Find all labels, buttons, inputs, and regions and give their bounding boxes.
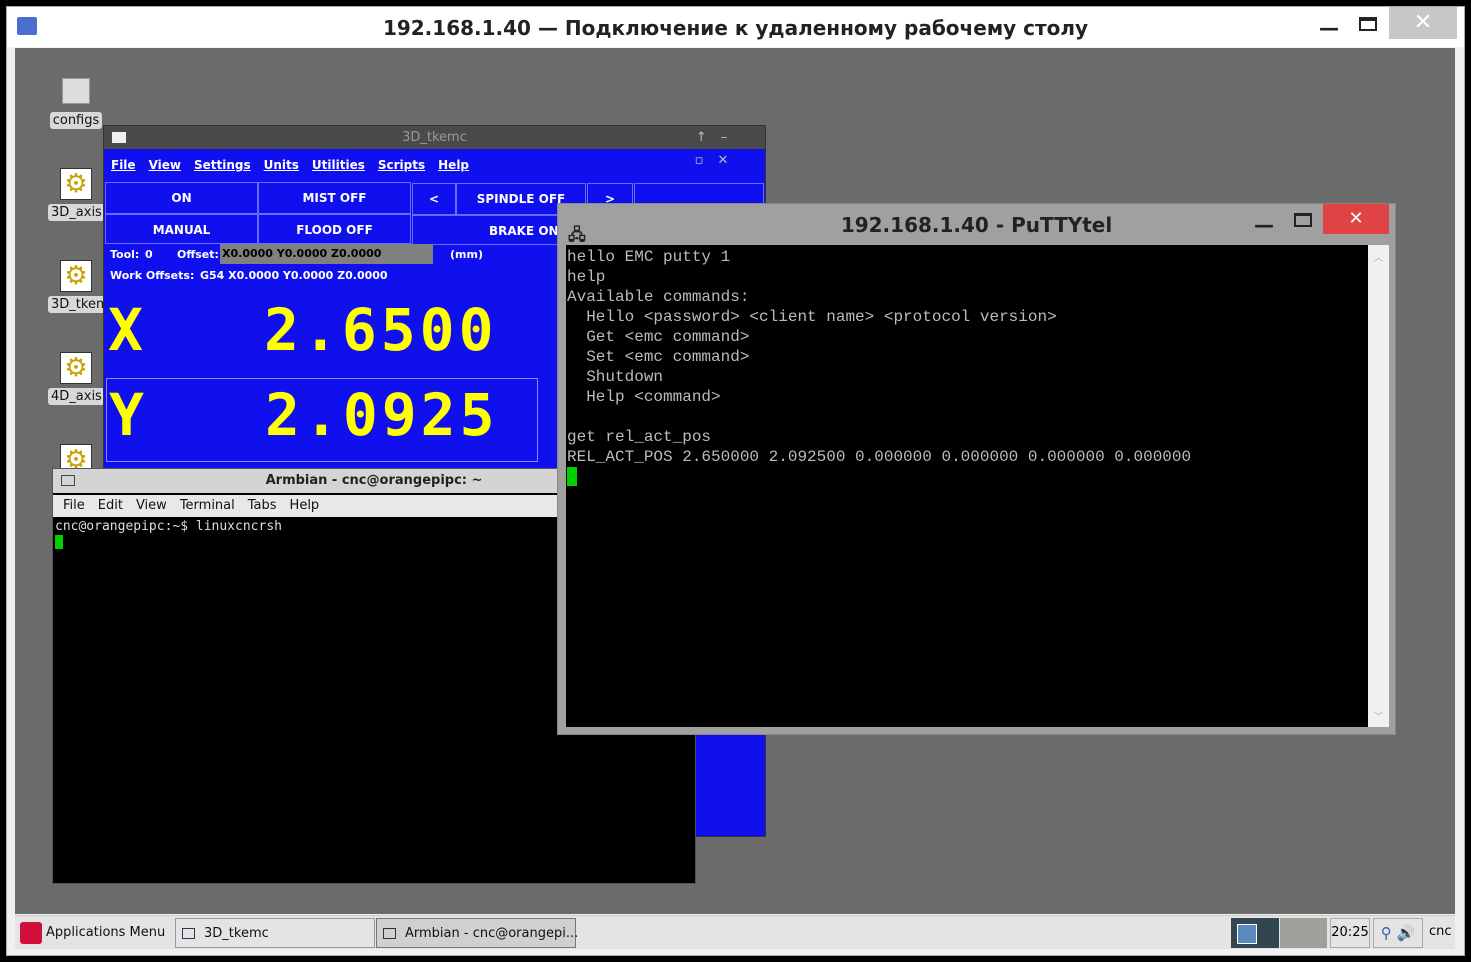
putty-terminal[interactable]: hello EMC putty 1 help Available commands:…	[566, 245, 1368, 727]
taskbar: Applications Menu 3D_tkemc Armbian - cnc…	[15, 915, 1455, 949]
task-armbian[interactable]: Armbian - cnc@orangepi...	[376, 918, 579, 948]
desktop-icon-configs[interactable]: configs	[48, 78, 104, 129]
putty-output: hello EMC putty 1 help Available commands:…	[567, 247, 1191, 492]
terminal-line: hello EMC putty 1	[567, 248, 731, 266]
mist-button[interactable]: MIST OFF	[258, 182, 411, 214]
tool-value: 0	[145, 248, 153, 261]
terminal-line: Get <emc command>	[567, 328, 750, 346]
x-axis-label: X	[108, 296, 143, 364]
tkemc-title-bar[interactable]: 3D_tkemc ↑–▫✕	[104, 126, 765, 168]
desktop-icon-3d-tkemc[interactable]: ⚙ 3D_tkem	[48, 260, 112, 313]
terminal-line: Shutdown	[567, 368, 664, 386]
menu-terminal[interactable]: Terminal	[180, 498, 235, 513]
task-label: 3D_tkemc	[204, 926, 269, 941]
on-button[interactable]: ON	[105, 182, 258, 214]
apps-menu-label: Applications Menu	[46, 925, 166, 940]
menu-file[interactable]: File	[63, 498, 85, 513]
close-button[interactable]: ✕	[1323, 204, 1389, 234]
menu-help[interactable]: Help	[438, 158, 469, 172]
rdp-title-bar: 192.168.1.40 — Подключение к удаленному …	[7, 7, 1464, 47]
terminal-line: Help <command>	[567, 388, 721, 406]
workspace-icon	[1237, 924, 1257, 944]
network-icon[interactable]: ⚲	[1381, 924, 1392, 942]
work-offsets-value: G54 X0.0000 Y0.0000 Z0.0000	[200, 269, 388, 282]
desktop-icon-4d-axis[interactable]: ⚙ 4D_axis	[48, 352, 105, 405]
minimize-button[interactable]: —	[1319, 7, 1339, 49]
terminal-line: REL_ACT_POS 2.650000 2.092500 0.000000 0…	[567, 448, 1192, 466]
minimize-button[interactable]: —	[1254, 204, 1274, 246]
putty-title-bar[interactable]: 🖧 192.168.1.40 - PuTTYtel — ✕	[558, 204, 1395, 244]
terminal-line: get rel_act_pos	[567, 428, 712, 446]
terminal-line: cnc@orangepipc:~$ linuxcncrsh	[55, 519, 282, 534]
window-icon	[112, 132, 126, 143]
user-label: cnc	[1429, 924, 1452, 939]
system-tray: ⚲ 🔊	[1373, 918, 1423, 948]
terminal-line: Set <emc command>	[567, 348, 750, 366]
offset-label: Offset:	[177, 248, 219, 261]
menu-view[interactable]: View	[149, 158, 181, 172]
flood-button[interactable]: FLOOD OFF	[258, 214, 411, 244]
terminal-icon	[383, 928, 396, 939]
y-position: 2.0925	[265, 381, 499, 449]
terminal-line: Hello <password> <client name> <protocol…	[567, 308, 1057, 326]
work-offsets-label: Work Offsets:	[110, 269, 195, 282]
task-3d-tkemc[interactable]: 3D_tkemc	[175, 918, 375, 948]
terminal-line: help	[567, 268, 606, 286]
task-label: Armbian - cnc@orangepi...	[405, 926, 579, 941]
gear-icon: ⚙	[60, 168, 92, 200]
clock[interactable]: 20:25	[1330, 918, 1370, 948]
tool-label: Tool:	[110, 248, 140, 261]
menu-file[interactable]: File	[111, 158, 136, 172]
applications-menu-button[interactable]: Applications Menu	[18, 918, 168, 948]
gear-icon: ⚙	[60, 260, 92, 292]
apps-menu-icon	[20, 922, 42, 944]
tkemc-title: 3D_tkemc	[402, 130, 467, 145]
terminal-line: Available commands:	[567, 288, 750, 306]
menu-settings[interactable]: Settings	[194, 158, 251, 172]
maximize-button[interactable]	[1359, 17, 1377, 31]
close-button[interactable]: ✕	[1389, 7, 1457, 39]
y-axis-label: Y	[109, 381, 144, 449]
offset-value: X0.0000 Y0.0000 Z0.0000	[220, 244, 433, 264]
tkemc-menubar: File View Settings Units Utilities Scripts Hel…	[104, 150, 765, 180]
armbian-terminal-output[interactable]: cnc@orangepipc:~$ linuxcncrsh	[55, 519, 282, 554]
gear-icon: ⚙	[60, 352, 92, 384]
mode-button[interactable]: MANUAL	[105, 214, 258, 244]
menu-view[interactable]: View	[136, 498, 167, 513]
units-label: (mm)	[450, 248, 483, 261]
workspace-1[interactable]	[1231, 918, 1279, 948]
menu-tabs[interactable]: Tabs	[248, 498, 277, 513]
spindle-decrease-button[interactable]: <	[412, 183, 456, 215]
menu-units[interactable]: Units	[264, 158, 299, 172]
desktop-icon-3d-axis[interactable]: ⚙ 3D_axis	[48, 168, 105, 221]
maximize-button[interactable]	[1294, 213, 1312, 227]
armbian-title: Armbian - cnc@orangepipc: ~	[265, 473, 483, 488]
volume-icon[interactable]: 🔊	[1397, 924, 1416, 942]
putty-title: 192.168.1.40 - PuTTYtel	[840, 213, 1113, 237]
terminal-cursor	[567, 467, 577, 486]
window-icon	[182, 928, 195, 939]
workspace-2[interactable]	[1280, 918, 1327, 948]
x-position: 2.6500	[264, 296, 498, 364]
putty-window: 🖧 192.168.1.40 - PuTTYtel — ✕ hello EMC …	[557, 203, 1396, 735]
terminal-cursor	[55, 535, 63, 549]
y-axis-row[interactable]: Y 2.0925	[106, 378, 538, 462]
folder-icon	[62, 78, 90, 104]
menu-scripts[interactable]: Scripts	[378, 158, 425, 172]
rdp-icon	[17, 17, 37, 35]
menu-edit[interactable]: Edit	[98, 498, 123, 513]
menu-utilities[interactable]: Utilities	[312, 158, 365, 172]
rdp-title: 192.168.1.40 — Подключение к удаленному …	[382, 16, 1089, 40]
menu-help[interactable]: Help	[290, 498, 320, 513]
putty-scrollbar[interactable]: ︿ ﹀	[1368, 245, 1389, 727]
terminal-icon	[61, 475, 75, 486]
